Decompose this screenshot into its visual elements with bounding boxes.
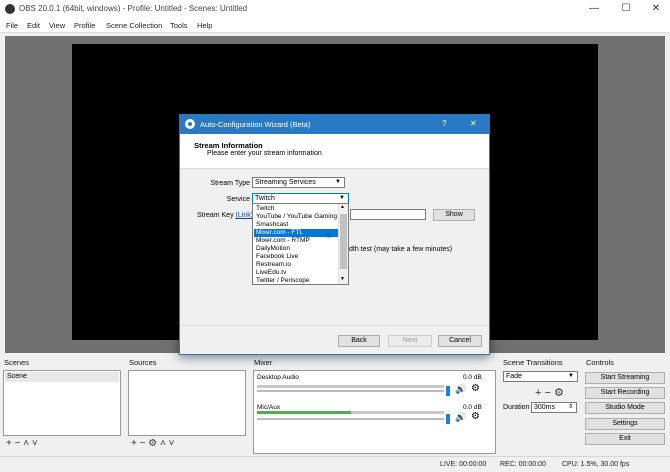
gear-icon[interactable]: ⚙ <box>471 383 480 394</box>
header-subtitle: Please enter your stream information <box>207 150 322 157</box>
service-dropdown-list[interactable]: Twitch YouTube / YouTube Gaming Smashcas… <box>252 203 349 285</box>
dialog-close-button[interactable]: ✕ <box>470 119 477 128</box>
obs-logo-icon <box>185 119 195 129</box>
chevron-down-icon: ▼ <box>568 373 574 379</box>
mixer-dock-title: Mixer <box>254 358 273 367</box>
sources-dock-title: Sources <box>129 358 157 367</box>
status-bar: LIVE: 00:00:00 REC: 00:00:00 CPU: 1.5%, … <box>0 456 670 472</box>
duration-label: Duration <box>503 404 530 411</box>
bandwidth-test-label[interactable]: dth test (may take a few minutes) <box>349 246 452 253</box>
stream-type-select[interactable]: Streaming Services ▼ <box>252 177 345 188</box>
help-button[interactable]: ? <box>442 119 446 128</box>
transition-toolbar[interactable]: + − ⚙ <box>535 386 564 399</box>
obs-logo-icon <box>5 4 15 14</box>
duration-value: 300ms <box>534 404 556 411</box>
dialog-header: Stream Information Please enter your str… <box>180 134 489 169</box>
start-streaming-button[interactable]: Start Streaming <box>585 372 665 384</box>
menu-view[interactable]: View <box>49 21 65 30</box>
menu-file[interactable]: File <box>6 21 18 30</box>
stream-key-input[interactable] <box>350 209 426 220</box>
service-option[interactable]: DailyMotion <box>254 245 338 253</box>
scenes-list[interactable]: Scene <box>3 370 121 436</box>
back-button[interactable]: Back <box>338 335 380 347</box>
next-button[interactable]: Next <box>388 335 432 347</box>
window-titlebar: OBS 20.0.1 (64bit, windows) - Profile: U… <box>0 0 670 18</box>
close-button[interactable]: ✕ <box>642 1 670 17</box>
dialog-titlebar: Auto-Configuration Wizard (Beta) ? ✕ <box>180 115 489 134</box>
service-option[interactable]: Facebook Live <box>254 253 338 261</box>
mixer-meter <box>257 385 444 388</box>
mixer-volume-handle[interactable] <box>446 386 450 396</box>
stream-key-label: Stream Key (Link) <box>197 212 253 219</box>
service-option[interactable]: Smashcast <box>254 221 338 229</box>
speaker-icon[interactable]: 🔊 <box>455 384 466 395</box>
service-option[interactable]: Restream.io <box>254 261 338 269</box>
stream-type-label: Stream Type <box>210 180 250 187</box>
mixer-channel-name: Desktop Audio <box>257 374 299 381</box>
start-recording-button[interactable]: Start Recording <box>585 387 665 399</box>
mixer-volume-slider[interactable] <box>257 390 444 392</box>
service-option[interactable]: Twitter / Periscope <box>254 277 338 285</box>
mixer-meter <box>257 411 444 414</box>
chevron-down-icon: ▼ <box>339 195 345 201</box>
mixer-channel-name: Mic/Aux <box>257 404 281 411</box>
scroll-up-icon[interactable]: ▲ <box>340 204 345 210</box>
window-title: OBS 20.0.1 (64bit, windows) - Profile: U… <box>19 4 248 13</box>
menu-scene-collection[interactable]: Scene Collection <box>106 21 162 30</box>
service-option[interactable]: YouTube / YouTube Gaming <box>254 213 338 221</box>
rec-status: REC: 00:00:00 <box>500 461 546 468</box>
dialog-title: Auto-Configuration Wizard (Beta) <box>200 120 311 129</box>
scenes-dock-title: Scenes <box>4 358 30 367</box>
gear-icon[interactable]: ⚙ <box>471 411 480 422</box>
mixer-channel-db: 0.0 dB <box>463 374 482 381</box>
transitions-dock-title: Scene Transitions <box>503 358 563 367</box>
stream-key-text: Stream Key <box>197 212 234 219</box>
stream-type-value: Streaming Services <box>255 179 316 186</box>
scene-item[interactable]: Scene <box>5 372 119 382</box>
mouse-cursor-icon: ☝ <box>325 230 332 241</box>
sources-list[interactable] <box>128 370 246 436</box>
settings-button[interactable]: Settings <box>585 418 665 430</box>
scenes-toolbar[interactable]: + − ˄ ˅ <box>6 438 38 449</box>
minimize-button[interactable]: — <box>580 1 608 17</box>
cancel-button[interactable]: Cancel <box>438 335 482 347</box>
exit-button[interactable]: Exit <box>585 433 665 445</box>
service-value: Twitch <box>255 195 275 202</box>
menu-help[interactable]: Help <box>197 21 212 30</box>
sources-toolbar[interactable]: + − ⚙ ˄ ˅ <box>131 438 174 449</box>
menu-profile[interactable]: Profile <box>74 21 95 30</box>
show-button[interactable]: Show <box>433 209 475 221</box>
dialog-divider <box>180 325 489 326</box>
transition-select-value: Fade <box>506 373 522 380</box>
service-option[interactable]: Twitch <box>254 205 338 213</box>
header-title: Stream Information <box>194 141 263 150</box>
speaker-icon[interactable]: 🔊 <box>455 412 466 423</box>
chevron-down-icon: ▼ <box>335 179 341 185</box>
mixer-volume-slider[interactable] <box>257 418 444 420</box>
service-option[interactable]: LiveEdu.tv <box>254 269 338 277</box>
controls-dock-title: Controls <box>586 358 614 367</box>
mixer-volume-handle[interactable] <box>446 414 450 424</box>
maximize-button[interactable]: ☐ <box>612 1 640 17</box>
menu-tools[interactable]: Tools <box>170 21 188 30</box>
scroll-down-icon[interactable]: ▼ <box>340 276 345 282</box>
menu-edit[interactable]: Edit <box>27 21 40 30</box>
transition-select[interactable]: Fade ▼ <box>503 371 578 382</box>
dropdown-scrollbar[interactable]: ▲ ▼ <box>338 204 348 284</box>
live-status: LIVE: 00:00:00 <box>440 461 487 468</box>
service-label: Service <box>226 196 250 203</box>
cpu-status: CPU: 1.5%, 30.00 fps <box>562 461 630 468</box>
menu-bar: File Edit View Profile Scene Collection … <box>0 18 670 33</box>
duration-spinbox[interactable]: 300ms ⇕ <box>531 402 577 413</box>
stream-key-link[interactable]: (Link) <box>236 212 254 219</box>
mixer-channel-db: 0.0 dB <box>463 404 482 411</box>
spin-arrows-icon[interactable]: ⇕ <box>568 403 573 412</box>
mixer-meter-fill <box>257 411 351 414</box>
studio-mode-button[interactable]: Studio Mode <box>585 402 665 414</box>
mixer-panel: Desktop Audio 0.0 dB 🔊 ⚙ Mic/Aux 0.0 dB … <box>253 370 496 454</box>
scroll-thumb[interactable] <box>340 214 347 269</box>
